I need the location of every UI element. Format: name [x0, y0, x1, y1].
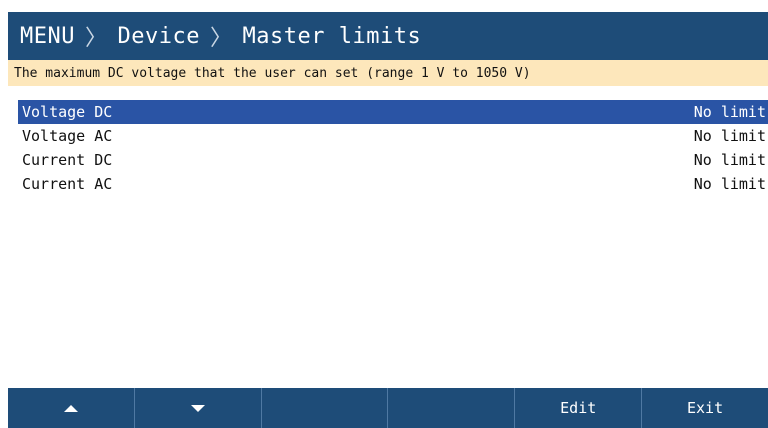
softkey-down[interactable]: [135, 388, 262, 428]
arrow-up-icon: [63, 404, 78, 412]
list-item-label: Voltage DC: [22, 103, 113, 121]
help-hint: The maximum DC voltage that the user can…: [8, 60, 768, 86]
device-screen: MENU 〉 Device 〉 Master limits The maximu…: [8, 12, 768, 428]
settings-list: Voltage DC No limit Voltage AC No limit …: [18, 100, 768, 196]
list-item-current-ac[interactable]: Current AC No limit: [18, 172, 768, 196]
list-item-voltage-ac[interactable]: Voltage AC No limit: [18, 124, 768, 148]
breadcrumb: MENU 〉 Device 〉 Master limits: [8, 12, 768, 60]
softkey-bar: Edit Exit: [8, 388, 768, 428]
list-item-value: No limit: [693, 175, 766, 193]
breadcrumb-separator: 〉: [84, 26, 108, 51]
softkey-edit[interactable]: Edit: [515, 388, 643, 428]
list-item-label: Voltage AC: [22, 127, 113, 145]
breadcrumb-separator: 〉: [209, 26, 233, 51]
list-item-label: Current DC: [22, 151, 113, 169]
softkey-4[interactable]: [388, 388, 516, 428]
exit-button-label: Exit: [686, 399, 724, 417]
help-hint-text: The maximum DC voltage that the user can…: [14, 65, 531, 81]
softkey-up[interactable]: [8, 388, 135, 428]
list-item-value: No limit: [693, 151, 766, 169]
edit-button-label: Edit: [560, 399, 597, 417]
list-item-current-dc[interactable]: Current DC No limit: [18, 148, 768, 172]
breadcrumb-menu[interactable]: MENU: [20, 24, 75, 49]
arrow-down-icon: [190, 404, 205, 412]
softkey-3[interactable]: [262, 388, 389, 428]
page-title: Master limits: [242, 23, 422, 49]
list-item-label: Current AC: [22, 175, 113, 193]
list-item-value: No limit: [693, 103, 766, 121]
softkey-exit[interactable]: Exit: [642, 388, 768, 428]
breadcrumb-device[interactable]: Device: [118, 24, 200, 49]
list-item-value: No limit: [693, 127, 766, 145]
list-item-voltage-dc[interactable]: Voltage DC No limit: [18, 100, 768, 124]
